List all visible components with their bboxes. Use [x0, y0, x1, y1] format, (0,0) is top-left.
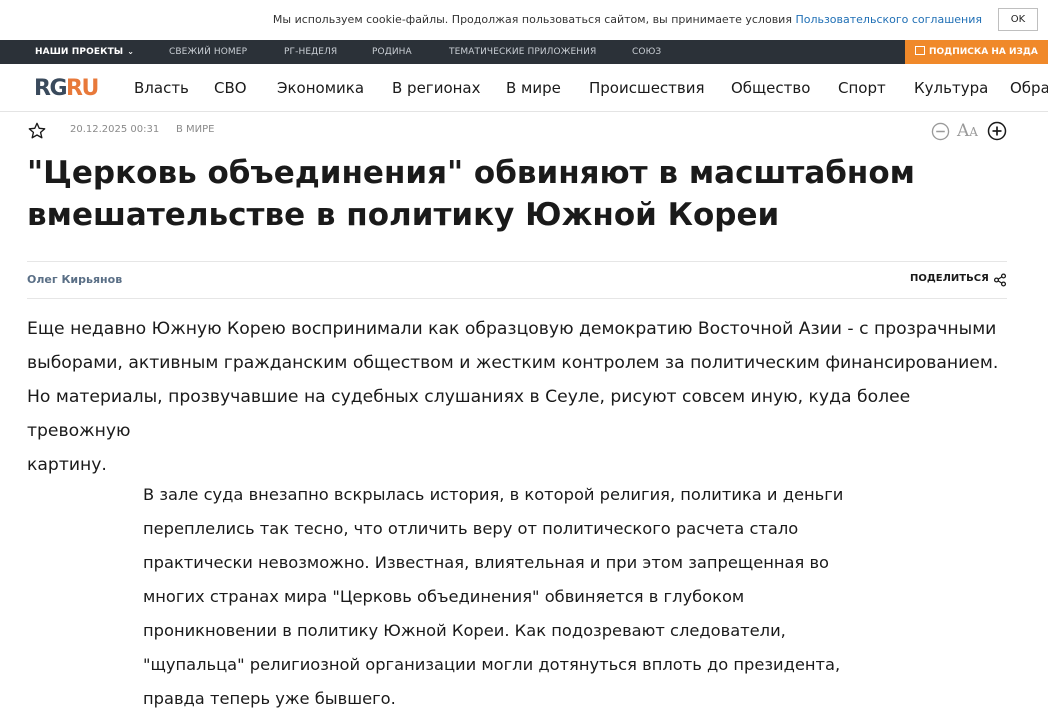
article-title-line-1: "Церковь объединения" обвиняют в масштаб…: [27, 155, 915, 191]
body-line: правда теперь уже бывшего.: [143, 689, 396, 708]
projects-item-rg-week[interactable]: РГ-Неделя: [284, 40, 337, 64]
minus-circle-icon[interactable]: [931, 122, 950, 141]
nav-item-incidents[interactable]: Происшествия: [589, 79, 705, 97]
nav-item-sport[interactable]: Спорт: [838, 79, 886, 97]
logo-rg: RG: [34, 76, 68, 101]
main-navigation: RGRU Власть СВО Экономика В регионах В м…: [0, 64, 1048, 112]
projects-item-rodina[interactable]: Родина: [372, 40, 412, 64]
body-line: переплелись так тесно, что отличить веру…: [143, 519, 799, 538]
our-projects-dropdown[interactable]: Наши проекты ⌄: [35, 40, 134, 64]
logo-ru: RU: [66, 76, 99, 101]
nav-item-vlast[interactable]: Власть: [134, 79, 189, 97]
body-line: В зале суда внезапно вскрылась история, …: [143, 485, 844, 504]
lead-line: выборами, активным гражданским обществом…: [27, 353, 999, 373]
font-size-large-a: A: [957, 121, 970, 141]
share-button[interactable]: Поделиться: [910, 273, 989, 284]
article-title-line-2: вмешательстве в политику Южной Кореи: [27, 197, 780, 233]
subscribe-button[interactable]: Подписка на изда: [905, 40, 1048, 64]
cookie-notice-message: Мы используем cookie-файлы. Продолжая по…: [272, 13, 796, 26]
nav-item-world[interactable]: В мире: [506, 79, 561, 97]
projects-bar: Наши проекты ⌄ Свежий номер РГ-Неделя Род…: [0, 40, 1048, 64]
font-size-indicator: AA: [957, 121, 978, 141]
book-icon: [915, 46, 925, 55]
plus-circle-icon[interactable]: [987, 121, 1007, 141]
nav-item-svo[interactable]: СВО: [214, 79, 247, 97]
article-body-paragraph: В зале суда внезапно вскрылась история, …: [143, 478, 863, 716]
lead-line: картину.: [27, 455, 107, 475]
nav-item-education[interactable]: Обра: [1010, 79, 1048, 97]
body-line: "щупальца" религиозной организации могли…: [143, 655, 841, 674]
projects-item-thematic[interactable]: Тематические приложения: [449, 40, 596, 64]
star-outline-icon[interactable]: [27, 121, 47, 141]
cookie-banner: Мы используем cookie-файлы. Продолжая по…: [0, 0, 1048, 40]
body-line: многих странах мира "Церковь объединения…: [143, 587, 745, 606]
nav-item-economy[interactable]: Экономика: [277, 79, 364, 97]
nav-item-culture[interactable]: Культура: [914, 79, 988, 97]
cookie-notice-text: Мы используем cookie-файлы. Продолжая по…: [273, 13, 982, 26]
user-agreement-link[interactable]: Пользовательского соглашения: [795, 13, 982, 26]
site-logo[interactable]: RGRU: [34, 76, 99, 101]
lead-line: Но материалы, прозвучавшие на судебных с…: [27, 387, 911, 441]
our-projects-label: Наши проекты: [35, 47, 124, 57]
divider-top: [27, 261, 1007, 262]
projects-item-fresh-issue[interactable]: Свежий номер: [169, 40, 247, 64]
chevron-down-icon: ⌄: [127, 47, 135, 56]
author-link[interactable]: Олег Кирьянов: [27, 273, 122, 286]
nav-item-regions[interactable]: В регионах: [392, 79, 481, 97]
projects-item-soyuz[interactable]: Союз: [632, 40, 661, 64]
nav-item-society[interactable]: Общество: [731, 79, 810, 97]
article-title: "Церковь объединения" обвиняют в масштаб…: [27, 152, 987, 236]
article-rubric-link[interactable]: В мире: [176, 124, 215, 135]
divider-bottom: [27, 298, 1007, 299]
subscribe-label: Подписка на изда: [929, 47, 1038, 57]
cookie-ok-button[interactable]: OK: [998, 8, 1038, 31]
lead-line: Еще недавно Южную Корею воспринимали как…: [27, 319, 997, 339]
share-nodes-icon[interactable]: [993, 273, 1007, 287]
body-line: практически невозможно. Известная, влият…: [143, 553, 830, 572]
article-date: 20.12.2025 00:31: [70, 124, 160, 135]
article-lead: Еще недавно Южную Корею воспринимали как…: [27, 312, 1012, 482]
font-size-small-a: A: [969, 125, 978, 139]
body-line: проникновении в политику Южной Кореи. Ка…: [143, 621, 786, 640]
